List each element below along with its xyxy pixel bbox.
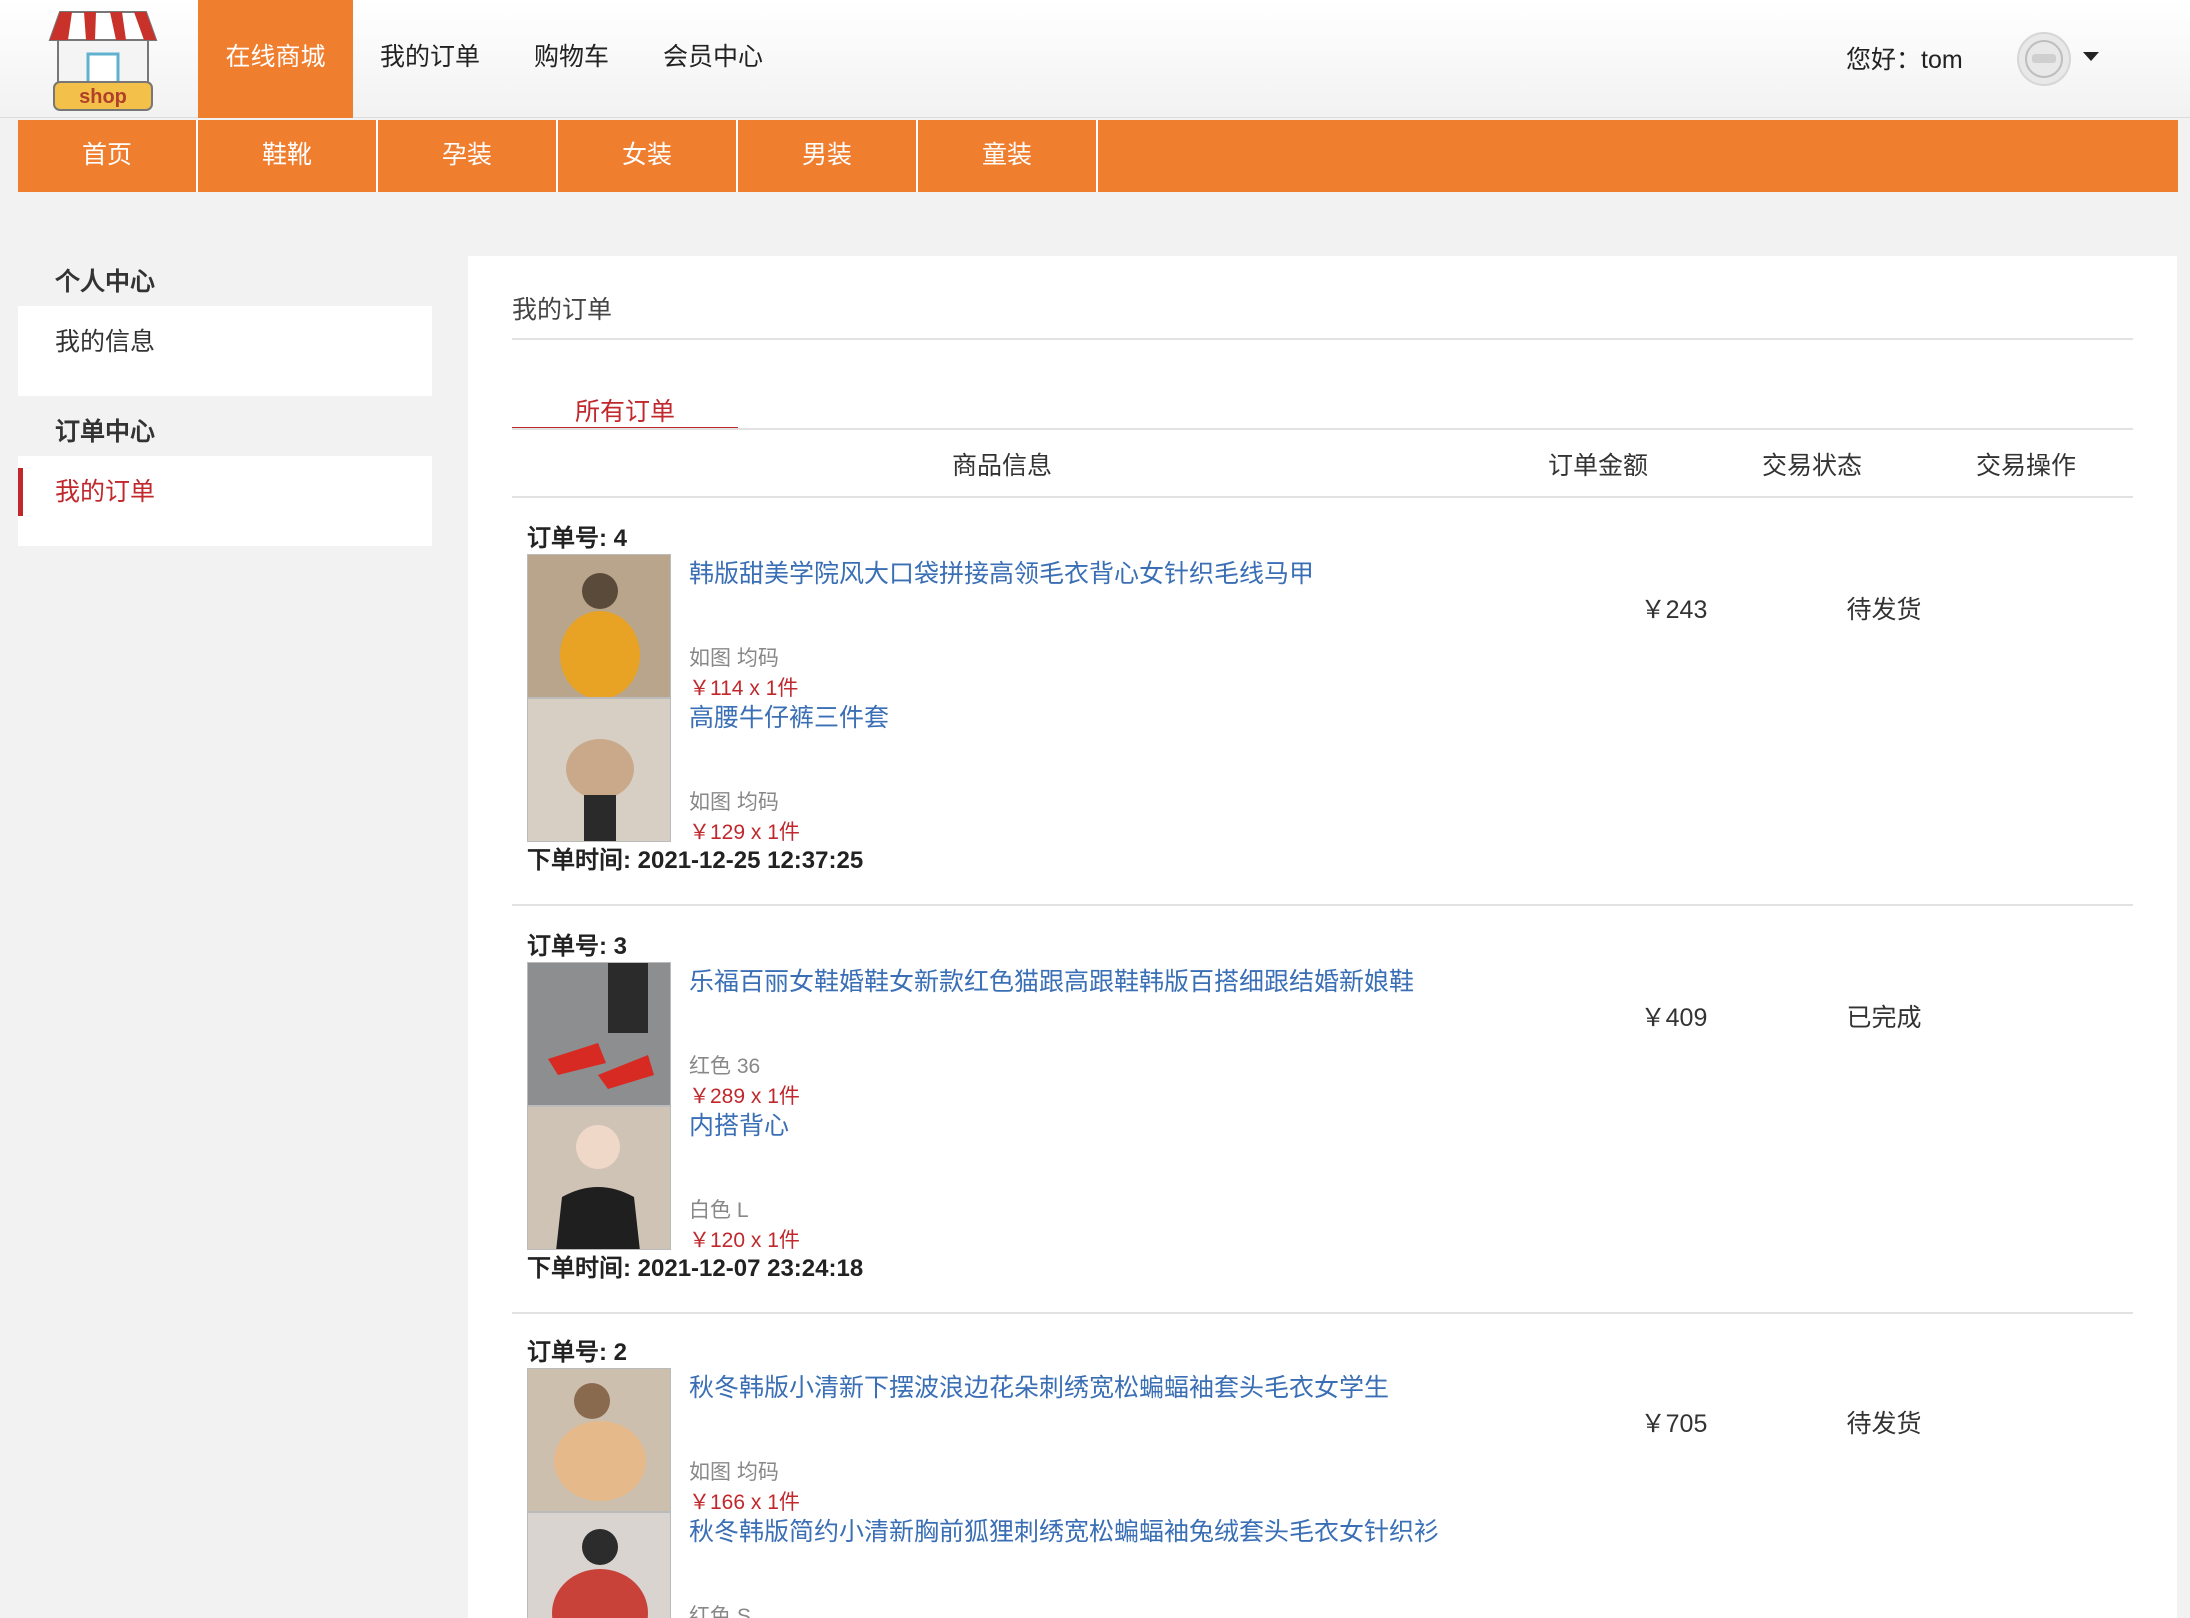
product-spec: 如图 均码: [689, 647, 779, 670]
product-thumbnail[interactable]: [527, 1368, 671, 1512]
nav-my-orders[interactable]: 我的订单: [353, 0, 507, 118]
sidebar-heading-personal: 个人中心: [55, 268, 156, 296]
product-spec: 白色 L: [689, 1199, 749, 1222]
nav-online-mall[interactable]: 在线商城: [198, 0, 353, 118]
product-thumbnail[interactable]: [527, 962, 671, 1106]
orders-panel: 我的订单 所有订单 商品信息 订单金额 交易状态 交易操作 订单号: 4 ￥24…: [468, 256, 2177, 1618]
order-time: 下单时间: 2021-12-25 12:37:25: [527, 847, 864, 874]
user-avatar-icon: [2025, 40, 2063, 78]
sidebar-item-my-info[interactable]: 我的信息: [18, 318, 432, 366]
thumb-bg: [528, 963, 670, 1105]
product-thumbnail[interactable]: [527, 698, 671, 842]
sidebar-panel-personal: 我的信息: [18, 306, 432, 396]
thumb-body: [560, 611, 640, 697]
product-spec: 红色 36: [689, 1055, 761, 1078]
column-header-actions: 交易操作: [1976, 452, 2077, 480]
product-thumbnail[interactable]: [527, 1512, 671, 1618]
thumb-head: [576, 1125, 620, 1169]
column-header-status: 交易状态: [1762, 452, 1863, 480]
shop-logo[interactable]: shop: [44, 10, 162, 114]
category-maternity[interactable]: 孕装: [378, 120, 558, 192]
category-men[interactable]: 男装: [738, 120, 918, 192]
nav-member-center[interactable]: 会员中心: [636, 0, 790, 118]
order-status: 已完成: [1846, 1004, 1922, 1032]
order-status: 待发货: [1846, 1410, 1922, 1438]
product-name-link[interactable]: 乐福百丽女鞋婚鞋女新款红色猫跟高跟鞋韩版百搭细跟结婚新娘鞋: [689, 962, 1414, 998]
user-greeting: 您好：tom: [1846, 46, 1963, 74]
divider: [512, 904, 2133, 906]
divider: [512, 338, 2133, 340]
thumb-head: [582, 573, 618, 609]
order-status: 待发货: [1846, 596, 1922, 624]
category-women[interactable]: 女装: [558, 120, 738, 192]
thumb-body: [554, 1421, 646, 1501]
order-item: 乐福百丽女鞋婚鞋女新款红色猫跟高跟鞋韩版百搭细跟结婚新娘鞋 红色 36 ￥289…: [527, 962, 1827, 1108]
user-menu-caret-icon[interactable]: [2083, 52, 2099, 61]
thumb-body: [566, 739, 634, 799]
order-card: 订单号: 3 ￥409 已完成 乐福百丽女鞋婚鞋女新款红色猫跟高跟鞋韩版百搭细跟…: [512, 926, 2133, 1336]
order-item: 秋冬韩版小清新下摆波浪边花朵刺绣宽松蝙蝠袖套头毛衣女学生 如图 均码 ￥166 …: [527, 1368, 1827, 1514]
order-number: 订单号: 4: [527, 525, 628, 552]
product-name-link[interactable]: 秋冬韩版简约小清新胸前狐狸刺绣宽松蝙蝠袖兔绒套头毛衣女针织衫: [689, 1512, 1439, 1548]
product-name-link[interactable]: 韩版甜美学院风大口袋拼接高领毛衣背心女针织毛线马甲: [689, 554, 1314, 590]
main-nav: 在线商城 我的订单 购物车 会员中心: [198, 0, 790, 118]
product-thumbnail[interactable]: [527, 1106, 671, 1250]
category-home[interactable]: 首页: [18, 120, 198, 192]
tab-all-orders[interactable]: 所有订单: [512, 392, 738, 430]
divider: [512, 428, 2133, 430]
svg-text:shop: shop: [79, 86, 127, 108]
sidebar-panel-orders: 我的订单: [18, 456, 432, 546]
product-spec: 如图 均码: [689, 1461, 779, 1484]
category-bar: 首页 鞋靴 孕装 女装 男装 童装: [18, 120, 2178, 192]
column-header-amount: 订单金额: [1548, 452, 1649, 480]
column-header-product: 商品信息: [952, 452, 1053, 480]
top-header: shop 在线商城 我的订单 购物车 会员中心 您好：tom: [0, 0, 2190, 118]
sidebar-heading-orders: 订单中心: [55, 418, 156, 446]
thumb-legs: [608, 963, 648, 1033]
nav-cart[interactable]: 购物车: [507, 0, 636, 118]
sidebar-item-my-orders[interactable]: 我的订单: [18, 468, 432, 516]
page-title: 我的订单: [512, 296, 613, 324]
product-spec: 如图 均码: [689, 791, 779, 814]
thumb-legs: [584, 795, 616, 841]
order-card: 订单号: 2 ￥705 待发货 秋冬韩版小清新下摆波浪边花朵刺绣宽松蝙蝠袖套头毛…: [512, 1332, 2133, 1618]
order-number: 订单号: 2: [527, 1339, 628, 1366]
product-thumbnail[interactable]: [527, 554, 671, 698]
product-name-link[interactable]: 内搭背心: [689, 1106, 789, 1142]
product-name-link[interactable]: 高腰牛仔裤三件套: [689, 698, 889, 734]
divider: [512, 496, 2133, 498]
order-item: 高腰牛仔裤三件套 如图 均码 ￥129 x 1件: [527, 698, 1827, 844]
thumb-body: [556, 1187, 640, 1249]
category-kids[interactable]: 童装: [918, 120, 1098, 192]
category-shoes[interactable]: 鞋靴: [198, 120, 378, 192]
product-spec: 红色 S: [689, 1605, 751, 1618]
sidebar: 个人中心 我的信息 订单中心 我的订单: [18, 258, 432, 558]
order-item: 秋冬韩版简约小清新胸前狐狸刺绣宽松蝙蝠袖兔绒套头毛衣女针织衫 红色 S: [527, 1512, 1827, 1618]
order-item: 内搭背心 白色 L ￥120 x 1件: [527, 1106, 1827, 1252]
divider: [512, 1312, 2133, 1314]
avatar[interactable]: [2017, 32, 2071, 86]
order-item: 韩版甜美学院风大口袋拼接高领毛衣背心女针织毛线马甲 如图 均码 ￥114 x 1…: [527, 554, 1827, 700]
product-name-link[interactable]: 秋冬韩版小清新下摆波浪边花朵刺绣宽松蝙蝠袖套头毛衣女学生: [689, 1368, 1389, 1404]
order-number: 订单号: 3: [527, 933, 628, 960]
thumb-head: [582, 1529, 618, 1565]
thumb-head: [574, 1383, 610, 1419]
order-time: 下单时间: 2021-12-07 23:24:18: [527, 1255, 864, 1282]
order-card: 订单号: 4 ￥243 待发货 韩版甜美学院风大口袋拼接高领毛衣背心女针织毛线马…: [512, 518, 2133, 928]
